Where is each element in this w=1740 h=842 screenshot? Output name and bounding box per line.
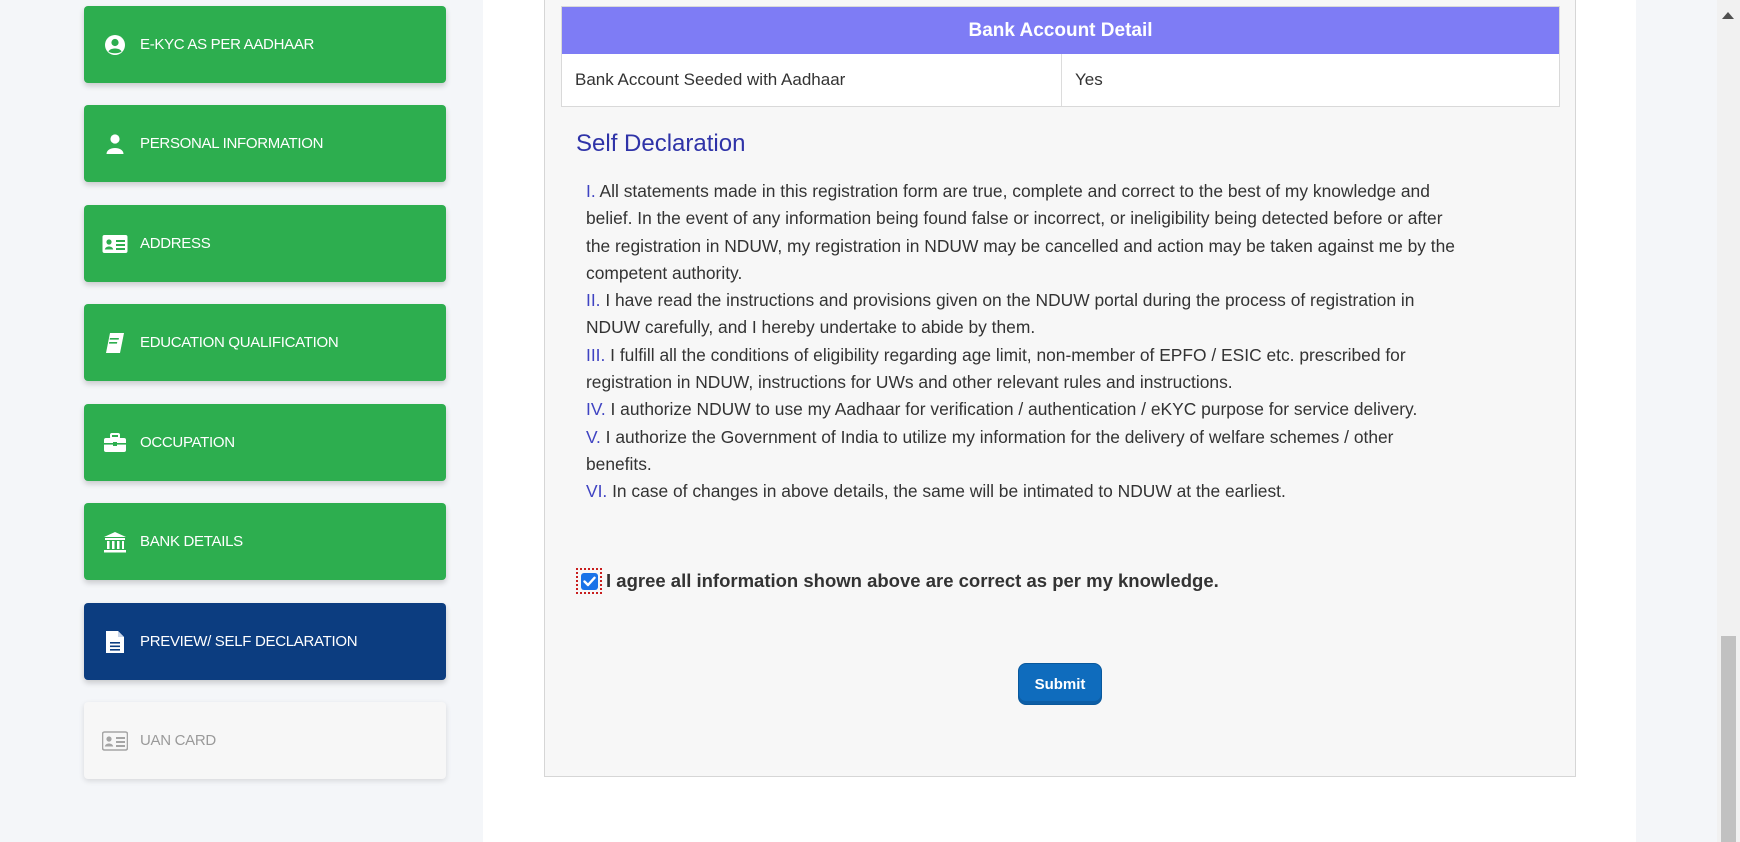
- page-background: E-KYC AS PER AADHAAR PERSONAL INFORMATIO…: [0, 0, 1717, 842]
- declaration-line-text: NDUW carefully, and I hereby undertake t…: [586, 317, 1036, 338]
- scrollbar-thumb[interactable]: [1721, 636, 1736, 842]
- sidebar-item-ekyc[interactable]: E-KYC AS PER AADHAAR: [84, 6, 446, 83]
- self-declaration-title: Self Declaration: [576, 130, 746, 157]
- declaration-line-text: competent authority.: [586, 262, 743, 283]
- scroll-up-arrow-icon[interactable]: [1722, 12, 1734, 19]
- sidebar-item-address[interactable]: ADDRESS: [84, 205, 446, 282]
- checkmark-icon: [580, 572, 598, 590]
- sidebar-item-uan-card[interactable]: UAN CARD: [84, 702, 446, 779]
- briefcase-icon: [102, 430, 128, 456]
- id-card-icon: [102, 728, 128, 754]
- sidebar-item-education-qualification[interactable]: EDUCATION QUALIFICATION: [84, 304, 446, 381]
- declaration-line: registration in NDUW, instructions for U…: [586, 369, 1566, 396]
- bank-table-header: Bank Account Detail: [562, 7, 1559, 54]
- sidebar-item-label: PREVIEW/ SELF DECLARATION: [140, 633, 358, 650]
- declaration-line: II. I have read the instructions and pro…: [586, 287, 1566, 314]
- sidebar-item-label: ADDRESS: [140, 235, 211, 252]
- declaration-line: V. I authorize the Government of India t…: [586, 424, 1566, 451]
- agree-label[interactable]: I agree all information shown above are …: [606, 570, 1219, 592]
- user-circle-icon: [102, 32, 128, 58]
- book-icon: [102, 330, 128, 356]
- declaration-line-text: belief. In the event of any information …: [586, 208, 1443, 229]
- declaration-line: VI. In case of changes in above details,…: [586, 478, 1566, 505]
- declaration-line-text: All statements made in this registration…: [595, 181, 1430, 201]
- declaration-line: IV. I authorize NDUW to use my Aadhaar f…: [586, 396, 1566, 423]
- declaration-line-text: benefits.: [586, 453, 652, 474]
- sidebar-item-bank-details[interactable]: BANK DETAILS: [84, 503, 446, 580]
- table-row: Bank Account Seeded with Aadhaar Yes: [562, 54, 1559, 106]
- sidebar-item-label: EDUCATION QUALIFICATION: [140, 334, 339, 351]
- bank-seeded-label: Bank Account Seeded with Aadhaar: [562, 54, 1062, 106]
- declaration-line: competent authority.: [586, 260, 1566, 287]
- declaration-line: I. All statements made in this registrat…: [586, 178, 1566, 205]
- declaration-numeral: VI.: [586, 481, 608, 502]
- sidebar-item-preview-self-declaration[interactable]: PREVIEW/ SELF DECLARATION: [84, 603, 446, 680]
- declaration-line: NDUW carefully, and I hereby undertake t…: [586, 314, 1566, 341]
- sidebar-item-label: OCCUPATION: [140, 434, 235, 451]
- declaration-line-text: I authorize NDUW to use my Aadhaar for v…: [605, 399, 1418, 420]
- user-icon: [102, 131, 128, 157]
- declaration-numeral: IV.: [586, 399, 606, 420]
- declaration-line-text: registration in NDUW, instructions for U…: [586, 372, 1233, 393]
- vertical-scrollbar[interactable]: [1717, 0, 1740, 842]
- declaration-numeral: V.: [586, 426, 601, 447]
- sidebar-item-label: PERSONAL INFORMATION: [140, 135, 324, 152]
- bank-account-table: Bank Account Detail Bank Account Seeded …: [561, 6, 1560, 107]
- sidebar-item-occupation[interactable]: OCCUPATION: [84, 404, 446, 481]
- declaration-line-text: In case of changes in above details, the…: [607, 481, 1286, 502]
- sidebar-item-personal-information[interactable]: PERSONAL INFORMATION: [84, 105, 446, 182]
- declaration-line-text: the registration in NDUW, my registratio…: [586, 235, 1455, 256]
- declaration-numeral: I.: [586, 181, 596, 201]
- sidebar-item-label: UAN CARD: [140, 732, 216, 749]
- agree-checkbox-row: I agree all information shown above are …: [576, 568, 1219, 594]
- bank-seeded-value: Yes: [1075, 70, 1103, 89]
- declaration-line: belief. In the event of any information …: [586, 205, 1566, 232]
- declaration-line-text: I authorize the Government of India to u…: [600, 426, 1394, 447]
- submit-button[interactable]: Submit: [1018, 663, 1102, 705]
- declaration-text: I. All statements made in this registrat…: [586, 178, 1566, 506]
- declaration-line-text: I have read the instructions and provisi…: [600, 290, 1415, 311]
- sidebar-item-label: BANK DETAILS: [140, 533, 243, 550]
- declaration-line: benefits.: [586, 451, 1566, 478]
- declaration-numeral: II.: [586, 290, 601, 311]
- sidebar-item-label: E-KYC AS PER AADHAAR: [140, 36, 315, 53]
- declaration-line: the registration in NDUW, my registratio…: [586, 233, 1566, 260]
- declaration-numeral: III.: [586, 344, 606, 365]
- declaration-line: III. I fulfill all the conditions of eli…: [586, 342, 1566, 369]
- declaration-line-text: I fulfill all the conditions of eligibil…: [605, 344, 1406, 365]
- bank-icon: [102, 529, 128, 555]
- agree-checkbox[interactable]: [576, 568, 602, 594]
- address-card-icon: [102, 231, 128, 257]
- file-icon: [102, 629, 128, 655]
